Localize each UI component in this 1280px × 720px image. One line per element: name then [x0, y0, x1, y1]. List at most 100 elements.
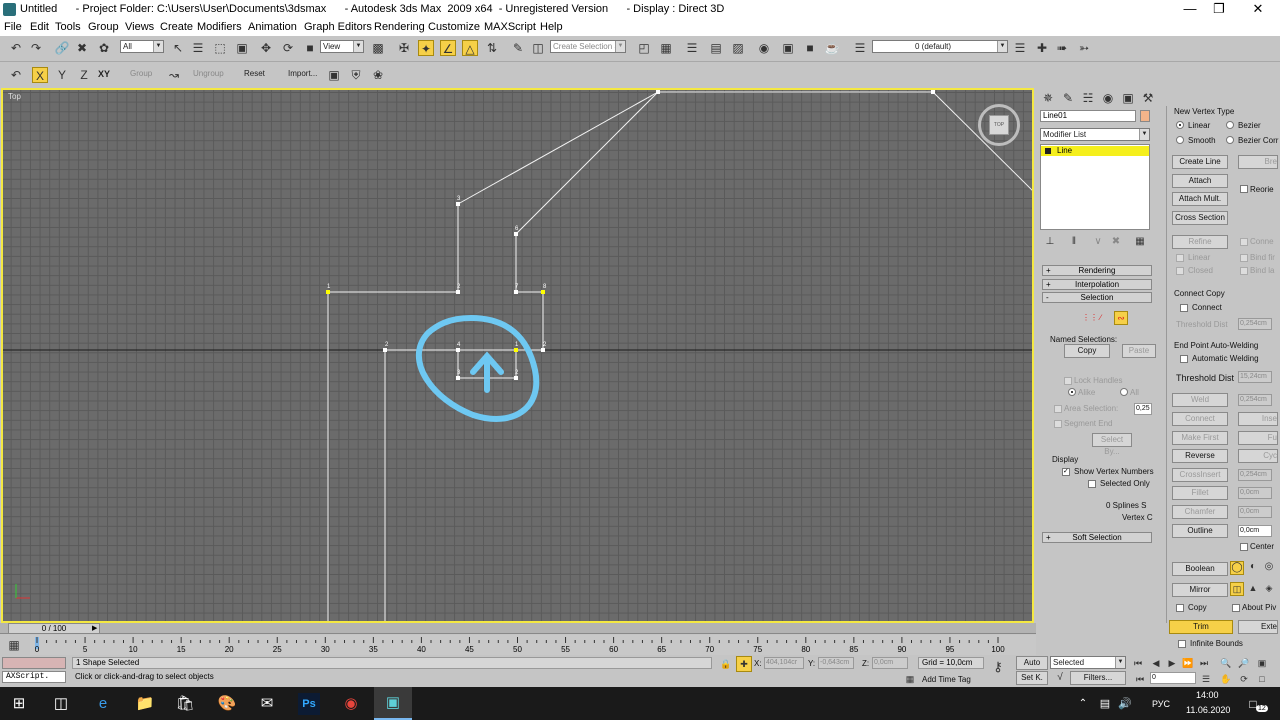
scale-icon[interactable]: ■	[302, 40, 318, 56]
rendered-frame-icon[interactable]: ■	[802, 40, 818, 56]
select-layer-icon[interactable]: ➳	[1076, 40, 1092, 56]
edit-named-selections-icon[interactable]: ✎	[510, 40, 526, 56]
z-axis-icon[interactable]: Z	[76, 67, 92, 83]
crossinsert-button[interactable]: CrossInsert	[1172, 468, 1228, 482]
modifier-stack-item-line[interactable]: Line	[1041, 146, 1149, 156]
add-to-layer-icon[interactable]: ➠	[1054, 40, 1070, 56]
outline-button[interactable]: Outline	[1172, 524, 1228, 538]
copy-selection-button[interactable]: Copy	[1064, 344, 1110, 358]
top-viewport[interactable]: Top 1 2 3 6 7 8 2 4 3 2 1 2 TOP	[1, 88, 1034, 623]
mirror-icon[interactable]: ◰	[636, 40, 652, 56]
absolute-mode-icon[interactable]: ✚	[736, 656, 752, 672]
clock-time[interactable]: 14:00	[1196, 690, 1219, 700]
move-icon[interactable]: ✥	[258, 40, 274, 56]
fillet-spinner[interactable]: 0,0cm	[1238, 487, 1272, 499]
attach-mult-button[interactable]: Attach Mult.	[1172, 192, 1228, 206]
cycle-button[interactable]: Cyc	[1238, 449, 1278, 463]
tray-chevron-icon[interactable]: ⌃	[1072, 693, 1094, 715]
closed-checkbox[interactable]	[1176, 267, 1184, 275]
key-filter-dropdown[interactable]: Selected ▼	[1050, 656, 1126, 669]
connect-copy-checkbox[interactable]	[1180, 304, 1188, 312]
named-selection-dropdown[interactable]: Create Selection Se ▼	[550, 40, 626, 53]
automatic-welding-checkbox[interactable]	[1180, 355, 1188, 363]
union-icon[interactable]: ◯	[1230, 561, 1244, 575]
make-first-button[interactable]: Make First	[1172, 431, 1228, 445]
xy-axis-icon[interactable]: ↝	[166, 67, 182, 83]
minimize-button[interactable]: —	[1180, 2, 1200, 16]
layer-dropdown[interactable]: 0 (default) ▼	[872, 40, 1008, 53]
close-button[interactable]: ✕	[1248, 2, 1268, 16]
curve-editor-icon[interactable]: ▤	[708, 40, 724, 56]
pivot-point-icon[interactable]: ▩	[370, 40, 386, 56]
mirror-copy-checkbox[interactable]	[1176, 604, 1184, 612]
connect-button[interactable]: Connect	[1172, 412, 1228, 426]
selected-only-checkbox[interactable]	[1088, 480, 1096, 488]
select-by-name-icon[interactable]: ☰	[190, 40, 206, 56]
render-setup-icon[interactable]: ▣	[780, 40, 796, 56]
chrome-icon[interactable]: ◉	[340, 693, 362, 715]
custom-tool-icon[interactable]: ❀	[370, 67, 386, 83]
segment-subobject-icon[interactable]: ∕	[1100, 313, 1112, 323]
area-selection-spinner[interactable]: 0,25	[1134, 403, 1152, 415]
all-radio[interactable]	[1120, 388, 1128, 396]
network-icon[interactable]: ▤	[1094, 693, 1116, 715]
align-icon[interactable]: ▦	[658, 40, 674, 56]
z-coord-field[interactable]: 0,0cm	[872, 657, 908, 669]
percent-snap-icon[interactable]: △	[462, 40, 478, 56]
maximize-viewport-icon[interactable]: □	[1254, 671, 1270, 687]
link-icon[interactable]: 🔗	[54, 40, 70, 56]
rotate-icon[interactable]: ⟳	[280, 40, 296, 56]
layer-manager-icon[interactable]: ☰	[684, 40, 700, 56]
set-key-button[interactable]: Set K.	[1016, 671, 1048, 685]
next-frame-icon[interactable]: ⏩	[1180, 655, 1196, 671]
menu-tools[interactable]: Tools	[55, 21, 81, 33]
fuse-button[interactable]: Fu	[1238, 431, 1278, 445]
bezier-radio[interactable]	[1226, 121, 1234, 129]
modifier-list-dropdown[interactable]: Modifier List ▼	[1040, 128, 1150, 141]
utilities-tab-icon[interactable]: ⚒	[1140, 90, 1156, 106]
bind-first-checkbox[interactable]	[1240, 254, 1248, 262]
show-end-result-icon[interactable]: ‖	[1066, 234, 1082, 250]
select-manipulate-icon[interactable]: ✠	[396, 40, 412, 56]
play-icon[interactable]: ▶	[1164, 655, 1180, 671]
x-coord-field[interactable]: 404,104cr	[764, 657, 804, 669]
modify-tab-icon[interactable]: ✎	[1060, 90, 1076, 106]
attach-button[interactable]: Attach	[1172, 174, 1228, 188]
auto-key-button[interactable]: Auto	[1016, 656, 1048, 670]
extend-button[interactable]: Exte	[1238, 620, 1278, 634]
bezier-corner-radio[interactable]	[1226, 136, 1234, 144]
vertex-subobject-icon[interactable]: ⋮⋮	[1082, 313, 1098, 323]
spinner-snap-icon[interactable]: ⇅	[484, 40, 500, 56]
photoshop-icon[interactable]: Ps	[298, 693, 320, 715]
display-tab-icon[interactable]: ▣	[1120, 90, 1136, 106]
connect-threshold-spinner[interactable]: 0,254cm	[1238, 318, 1272, 330]
soft-selection-rollout[interactable]: + Soft Selection	[1042, 532, 1152, 543]
layer-tools-icon[interactable]: ☰	[1012, 40, 1028, 56]
about-pivot-checkbox[interactable]	[1232, 604, 1240, 612]
subtraction-icon[interactable]: ◐	[1246, 561, 1260, 575]
clock-date[interactable]: 11.06.2020	[1186, 705, 1230, 715]
add-time-tag-icon[interactable]: ▦	[902, 672, 918, 688]
menu-maxscript[interactable]: MAXScript	[484, 21, 536, 33]
mail-icon[interactable]: ✉	[256, 693, 278, 715]
lock-handles-checkbox[interactable]	[1064, 377, 1072, 385]
fillet-button[interactable]: Fillet	[1172, 486, 1228, 500]
key-mode-toggle-icon[interactable]: ⏮	[1132, 671, 1148, 687]
interpolation-rollout[interactable]: + Interpolation	[1042, 279, 1152, 290]
refine-button[interactable]: Refine	[1172, 235, 1228, 249]
go-to-start-icon[interactable]: ⏮	[1130, 655, 1146, 671]
area-selection-checkbox[interactable]	[1054, 405, 1062, 413]
store-icon[interactable]: 🛍	[174, 693, 196, 715]
mirror-vertical-icon[interactable]: ▲	[1246, 582, 1260, 596]
xy-plane-button[interactable]: XY	[98, 69, 110, 79]
menu-group[interactable]: Group	[88, 21, 119, 33]
select-by-button[interactable]: Select By...	[1092, 433, 1132, 456]
named-selection-icon[interactable]: ◫	[530, 40, 546, 56]
object-color-swatch[interactable]	[1140, 110, 1150, 122]
key-filters-button[interactable]: Filters...	[1070, 671, 1126, 685]
chamfer-spinner[interactable]: 0,0cm	[1238, 506, 1272, 518]
lock-icon[interactable]: 🔒	[718, 656, 734, 672]
create-tab-icon[interactable]: ✵	[1040, 90, 1056, 106]
selection-rollout[interactable]: - Selection	[1042, 292, 1152, 303]
redo-icon[interactable]: ↷	[28, 40, 44, 56]
